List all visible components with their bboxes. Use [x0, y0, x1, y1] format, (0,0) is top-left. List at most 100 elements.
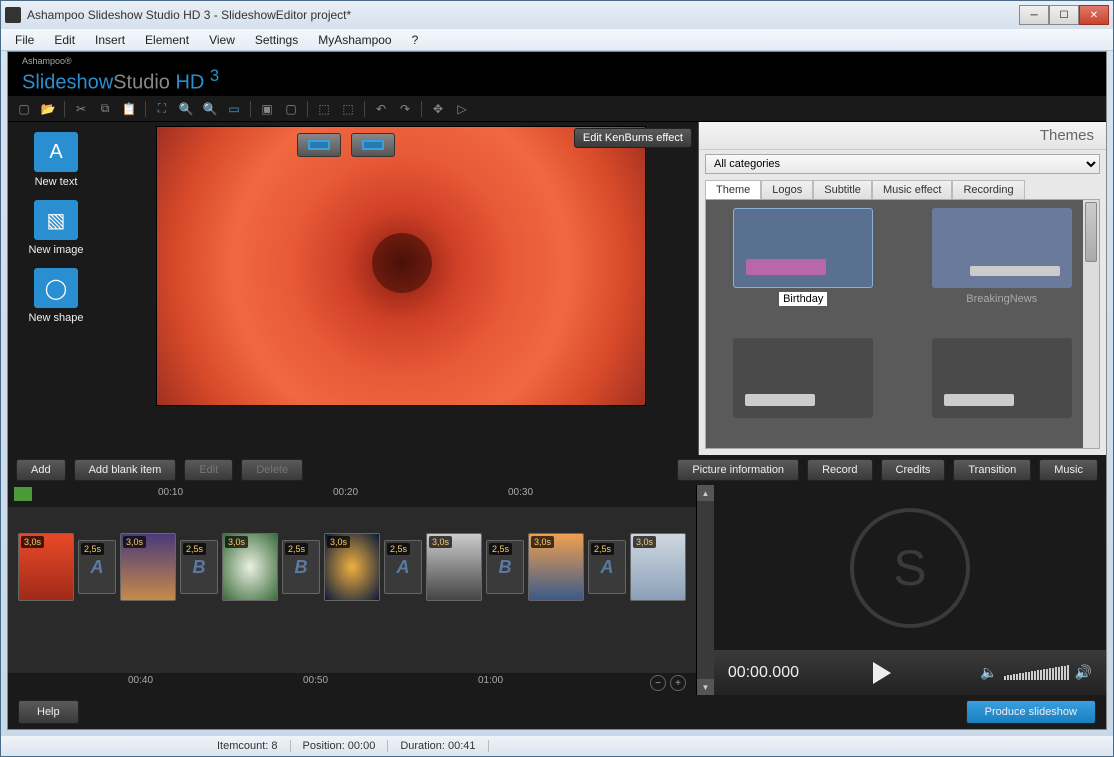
menu-element[interactable]: Element: [135, 31, 199, 49]
playhead-marker[interactable]: [14, 487, 32, 501]
add-button[interactable]: Add: [16, 459, 66, 481]
crop-end-handle[interactable]: [351, 133, 395, 157]
image-clip[interactable]: 3,0s: [120, 533, 176, 601]
image-clip[interactable]: 3,0s: [426, 533, 482, 601]
themes-panel: Themes All categories ThemeLogosSubtitle…: [698, 122, 1106, 455]
mute-icon[interactable]: 🔈: [980, 664, 997, 681]
player-placeholder: S: [714, 485, 1106, 650]
ruler-mark: 00:50: [303, 675, 328, 686]
zoom-fit-icon[interactable]: ⛶: [154, 101, 170, 117]
play-icon[interactable]: ▷: [454, 101, 470, 117]
statusbar: Itemcount: 8 Position: 00:00 Duration: 0…: [1, 736, 1113, 756]
tab-music-effect[interactable]: Music effect: [872, 180, 953, 199]
app-icon: [5, 7, 21, 23]
ungroup-icon[interactable]: ⬚: [340, 101, 356, 117]
image-clip[interactable]: 3,0s: [528, 533, 584, 601]
music-button[interactable]: Music: [1039, 459, 1098, 481]
status-itemcount: Itemcount: 8: [205, 740, 291, 752]
menu-edit[interactable]: Edit: [44, 31, 85, 49]
paste-icon[interactable]: 📋: [121, 101, 137, 117]
clips-row[interactable]: 3,0s2,5sA3,0s2,5sB3,0s2,5sB3,0s2,5sA3,0s…: [8, 507, 696, 627]
volume-slider[interactable]: [1004, 665, 1069, 680]
record-button[interactable]: Record: [807, 459, 872, 481]
ruler-mark: 00:20: [333, 487, 358, 498]
zoom-out-icon[interactable]: 🔍: [202, 101, 218, 117]
tab-subtitle[interactable]: Subtitle: [813, 180, 872, 199]
layer-front-icon[interactable]: ▣: [259, 101, 275, 117]
menu-file[interactable]: File: [5, 31, 44, 49]
ruler-mark: 00:10: [158, 487, 183, 498]
ruler-mark: 01:00: [478, 675, 503, 686]
window-title: Ashampoo Slideshow Studio HD 3 - Slidesh…: [27, 8, 1019, 22]
transition-clip[interactable]: 2,5sB: [282, 540, 320, 594]
theme-item-breakingnews[interactable]: BreakingNews: [913, 208, 1092, 328]
image-clip[interactable]: 3,0s: [630, 533, 686, 601]
help-button[interactable]: Help: [18, 700, 79, 724]
redo-icon[interactable]: ↷: [397, 101, 413, 117]
new-image-button[interactable]: ▧New image: [16, 200, 96, 256]
transition-clip[interactable]: 2,5sA: [78, 540, 116, 594]
tool-label: New shape: [28, 312, 83, 324]
produce-slideshow-button[interactable]: Produce slideshow: [966, 700, 1096, 724]
menu-myashampoo[interactable]: MyAshampoo: [308, 31, 401, 49]
add-blank-item-button[interactable]: Add blank item: [74, 459, 177, 481]
volume-icon[interactable]: 🔊: [1075, 664, 1092, 681]
move-icon[interactable]: ✥: [430, 101, 446, 117]
tab-recording[interactable]: Recording: [952, 180, 1024, 199]
ruler-top: 00:1000:2000:30: [8, 485, 696, 507]
group-icon[interactable]: ⬚: [316, 101, 332, 117]
transition-clip[interactable]: 2,5sB: [180, 540, 218, 594]
crop-start-handle[interactable]: [297, 133, 341, 157]
tool-label: New text: [35, 176, 78, 188]
minimize-button[interactable]: ─: [1019, 5, 1049, 25]
menu-[interactable]: ?: [402, 31, 429, 49]
ruler-mark: 00:40: [128, 675, 153, 686]
preview-canvas[interactable]: [156, 126, 646, 406]
edit-kenburns-button[interactable]: Edit KenBurns effect: [574, 128, 692, 148]
timeline: 00:1000:2000:30 3,0s2,5sA3,0s2,5sB3,0s2,…: [8, 485, 697, 695]
image-clip[interactable]: 3,0s: [324, 533, 380, 601]
theme-item[interactable]: [714, 338, 893, 440]
tab-theme[interactable]: Theme: [705, 180, 761, 199]
timeline-vscroll[interactable]: ▲ ▼: [697, 485, 714, 695]
themes-scrollbar[interactable]: [1083, 200, 1099, 448]
zoom-out-button[interactable]: −: [650, 675, 666, 691]
menu-view[interactable]: View: [199, 31, 245, 49]
theme-item[interactable]: [913, 338, 1092, 440]
scroll-up-icon[interactable]: ▲: [697, 485, 714, 501]
layer-back-icon[interactable]: ▢: [283, 101, 299, 117]
copy-icon[interactable]: ⧉: [97, 101, 113, 117]
close-button[interactable]: ✕: [1079, 5, 1109, 25]
transition-clip[interactable]: 2,5sB: [486, 540, 524, 594]
tab-logos[interactable]: Logos: [761, 180, 813, 199]
new-icon[interactable]: ▢: [16, 101, 32, 117]
brand-word3: HD: [170, 72, 210, 94]
action-bar: AddAdd blank itemEditDeletePicture infor…: [8, 455, 1106, 485]
play-button[interactable]: [859, 657, 905, 689]
credits-button[interactable]: Credits: [881, 459, 946, 481]
select-icon[interactable]: ▭: [226, 101, 242, 117]
toolbar: ▢ 📂 ✂ ⧉ 📋 ⛶ 🔍 🔍 ▭ ▣ ▢ ⬚ ⬚ ↶ ↷ ✥ ▷: [8, 96, 1106, 122]
theme-item-birthday[interactable]: Birthday: [714, 208, 893, 328]
new-text-button[interactable]: ANew text: [16, 132, 96, 188]
scroll-down-icon[interactable]: ▼: [697, 679, 714, 695]
new-shape-button[interactable]: ◯New shape: [16, 268, 96, 324]
zoom-in-icon[interactable]: 🔍: [178, 101, 194, 117]
edit-button: Edit: [184, 459, 233, 481]
undo-icon[interactable]: ↶: [373, 101, 389, 117]
transition-clip[interactable]: 2,5sA: [384, 540, 422, 594]
status-position: Position: 00:00: [291, 740, 389, 752]
open-icon[interactable]: 📂: [40, 101, 56, 117]
transition-button[interactable]: Transition: [953, 459, 1031, 481]
maximize-button[interactable]: ☐: [1049, 5, 1079, 25]
picture-information-button[interactable]: Picture information: [677, 459, 799, 481]
transition-clip[interactable]: 2,5sA: [588, 540, 626, 594]
category-select[interactable]: All categories: [705, 154, 1100, 174]
left-tools: ANew text ▧New image ◯New shape: [8, 122, 104, 455]
image-clip[interactable]: 3,0s: [18, 533, 74, 601]
menu-settings[interactable]: Settings: [245, 31, 308, 49]
cut-icon[interactable]: ✂: [73, 101, 89, 117]
zoom-in-button[interactable]: +: [670, 675, 686, 691]
image-clip[interactable]: 3,0s: [222, 533, 278, 601]
menu-insert[interactable]: Insert: [85, 31, 135, 49]
